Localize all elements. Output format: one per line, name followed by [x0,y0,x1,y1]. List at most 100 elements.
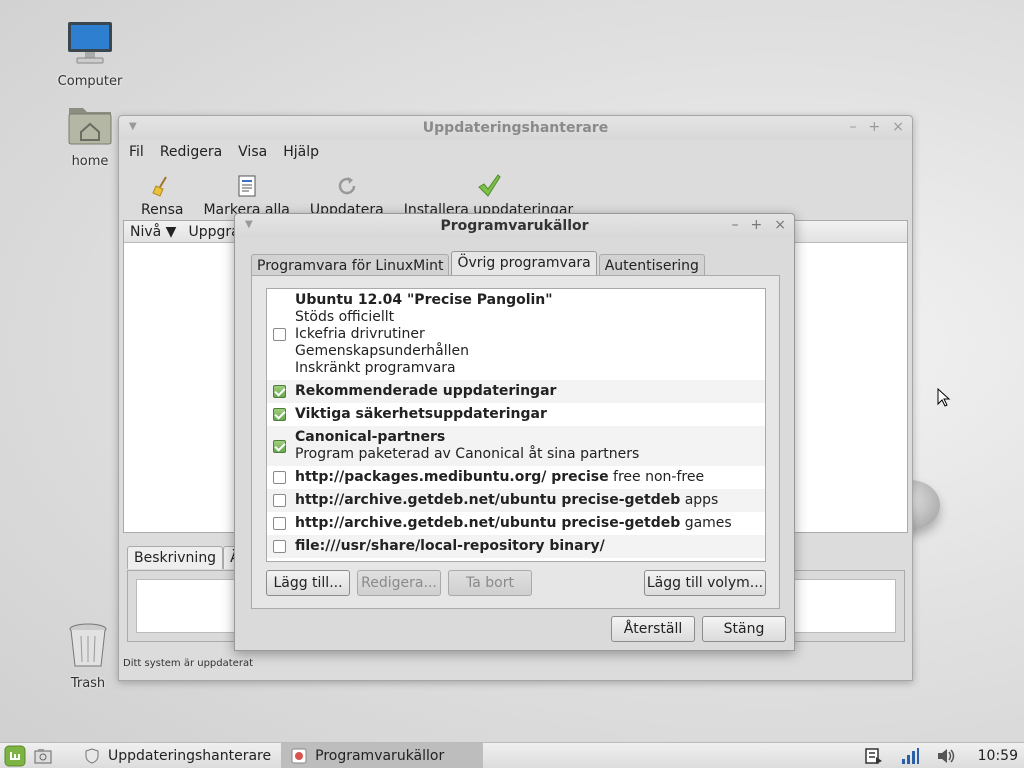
mint-logo-icon [4,745,26,766]
menu-edit[interactable]: Redigera [160,144,222,160]
maximize-icon[interactable]: + [751,217,763,233]
add-volume-button[interactable]: Lägg till volym... [644,570,766,596]
source-text: http://packages.medibuntu.org/ precise f… [295,469,704,486]
menu-help[interactable]: Hjälp [283,144,319,160]
add-button[interactable]: Lägg till... [266,570,350,596]
menu-view[interactable]: Visa [238,144,267,160]
window-menu-icon[interactable]: ▼ [245,219,253,230]
mouse-pointer-icon [937,388,951,407]
update-status-icon[interactable] [864,747,884,765]
dialog-title: Programvarukällor [440,218,589,234]
task-label: Programvarukällor [315,747,445,764]
broom-icon [150,174,174,198]
close-icon[interactable]: × [892,119,904,135]
minimize-icon[interactable]: – [850,119,857,135]
software-sources-dialog: ▼ Programvarukällor – + × Programvara fö… [234,213,795,651]
toolbar-label: Rensa [141,202,184,218]
tab-description[interactable]: Beskrivning [127,546,224,569]
source-detail: Ickefria drivrutiner [295,326,425,342]
remove-button[interactable]: Ta bort [448,570,532,596]
close-icon[interactable]: × [774,217,786,233]
network-icon[interactable] [900,747,920,765]
source-row[interactable]: Viktiga säkerhetsuppdateringar [267,403,765,426]
menu-file[interactable]: Fil [129,144,144,160]
source-checkbox[interactable] [273,517,286,530]
source-name: http://archive.getdeb.net/ubuntu precise… [295,492,681,508]
refresh-icon [335,174,359,198]
computer-icon [68,22,112,64]
source-checkbox[interactable] [273,328,286,341]
maximize-icon[interactable]: + [869,119,881,135]
source-checkbox[interactable] [273,540,286,553]
source-text: http://archive.getdeb.net/ubuntu precise… [295,492,718,509]
source-text: Ubuntu 12.04 "Precise Pangolin" Stöds off… [295,292,553,377]
window-title: Uppdateringshanterare [422,120,609,136]
source-name: Canonical-partners [295,429,446,445]
desktop-icon-trash[interactable]: Trash [48,622,128,691]
task-software-sources[interactable]: Programvarukällor [281,742,484,768]
select-all-button[interactable]: Markera alla [193,174,299,218]
taskbar: Uppdateringshanterare Programvarukällor … [0,742,1024,768]
tab-linuxmint-software[interactable]: Programvara för LinuxMint [251,254,450,277]
source-row[interactable]: Rekommenderade uppdateringar [267,380,765,403]
source-checkbox[interactable] [273,408,286,421]
other-software-panel: Ubuntu 12.04 "Precise Pangolin" Stöds off… [251,275,780,609]
show-desktop-button[interactable] [30,743,56,768]
software-sources-icon [291,748,307,763]
shield-icon [85,747,99,764]
source-text: file:///usr/share/local-repository binar… [295,538,605,555]
window-titlebar[interactable]: ▼ Uppdateringshanterare – + × [119,116,912,140]
tab-other-software[interactable]: Övrig programvara [451,251,597,277]
column-level[interactable]: Nivå ▼ [124,224,182,240]
checkmark-icon [477,174,501,198]
source-detail: Gemenskapsunderhållen [295,343,469,359]
source-name: Ubuntu 12.04 "Precise Pangolin" [295,292,553,308]
source-components: free non-free [608,469,705,485]
task-label: Uppdateringshanterare [108,747,272,764]
window-menu-icon[interactable]: ▼ [129,121,137,132]
source-text: http://archive.getdeb.net/ubuntu precise… [295,515,732,532]
task-update-manager[interactable]: Uppdateringshanterare [74,743,281,768]
source-checkbox[interactable] [273,439,286,453]
show-desktop-icon [34,748,52,763]
desktop-icon-label: Trash [70,676,106,691]
source-detail: Stöds officiellt [295,309,395,325]
menubar: Fil Redigera Visa Hjälp [119,140,912,164]
clock[interactable]: 10:59 [978,748,1018,764]
desktop-icon-computer[interactable]: Computer [50,20,130,89]
volume-icon[interactable] [936,747,956,765]
home-folder-icon [68,108,112,145]
source-name: Rekommenderade uppdateringar [295,383,557,399]
source-row[interactable]: file:///usr/share/local-repository binar… [267,535,765,558]
source-components: apps [680,492,719,508]
start-menu-button[interactable] [0,743,30,768]
source-text: Canonical-partners Program paketerad av C… [295,429,639,463]
install-updates-button[interactable]: Installera uppdateringar [394,174,584,218]
edit-button[interactable]: Redigera... [357,570,441,596]
source-checkbox[interactable] [273,471,286,484]
close-button[interactable]: Stäng [702,616,786,642]
dialog-tabs: Programvara för LinuxMint Övrig programv… [251,251,707,277]
source-row[interactable]: http://archive.getdeb.net/ubuntu precise… [267,489,765,512]
minimize-icon[interactable]: – [732,217,739,233]
source-detail: Inskränkt programvara [295,360,456,376]
source-checkbox[interactable] [273,385,286,398]
source-name: Viktiga säkerhetsuppdateringar [295,406,547,422]
desktop-icon-label: Computer [57,74,123,89]
source-row[interactable]: http://archive.getdeb.net/ubuntu precise… [267,512,765,535]
revert-button[interactable]: Återställ [611,616,695,642]
source-row[interactable]: http://packages.medibuntu.org/ precise f… [267,466,765,489]
source-name: http://packages.medibuntu.org/ precise [295,469,609,485]
clear-button[interactable]: Rensa [131,174,193,218]
source-checkbox[interactable] [273,494,286,507]
dialog-titlebar[interactable]: ▼ Programvarukällor – + × [235,214,794,238]
refresh-button[interactable]: Uppdatera [300,174,394,218]
source-detail: Program paketerad av Canonical åt sina p… [295,446,640,462]
source-row[interactable]: Canonical-partners Program paketerad av C… [267,426,765,466]
sources-list[interactable]: Ubuntu 12.04 "Precise Pangolin" Stöds off… [266,288,766,562]
system-tray: 10:59 [864,743,1024,768]
tab-authentication[interactable]: Autentisering [598,254,705,277]
source-row[interactable]: Ubuntu 12.04 "Precise Pangolin" Stöds off… [267,289,765,380]
document-icon [235,174,259,198]
status-text: Ditt system är uppdaterat [123,658,253,669]
